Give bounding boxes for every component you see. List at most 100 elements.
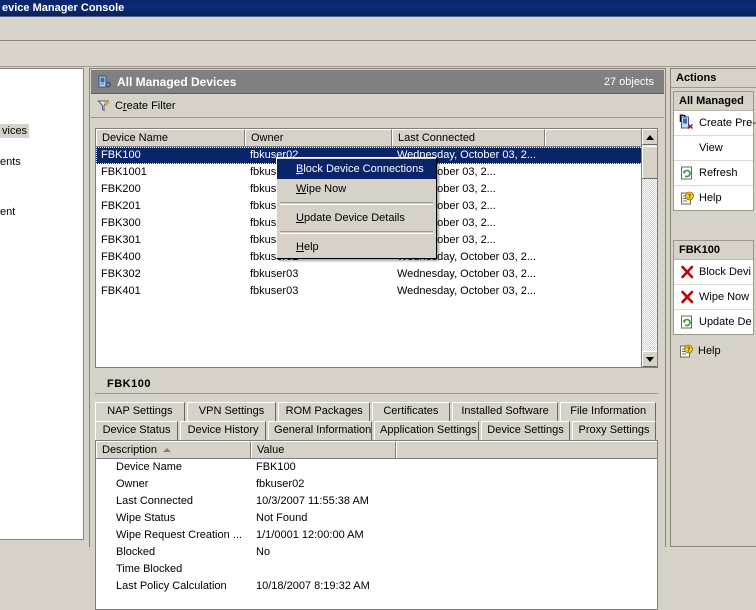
table-row[interactable]: Last Policy Calculation 10/18/2007 8:19:… bbox=[96, 578, 657, 595]
actions-pane: Actions All Managed D Create Pre- View bbox=[670, 68, 756, 547]
action-create-predefined[interactable]: Create Pre- bbox=[674, 111, 756, 136]
cell-value: FBK100 bbox=[256, 461, 296, 473]
tree-item-devices[interactable]: vices bbox=[0, 124, 30, 138]
column-header-last-connected[interactable]: Last Connected bbox=[392, 129, 545, 146]
cell-owner: fbkuser03 bbox=[250, 285, 299, 297]
table-row[interactable]: Last Connected 10/3/2007 11:55:38 AM bbox=[96, 493, 657, 510]
tab-device-history[interactable]: Device History bbox=[180, 421, 267, 440]
column-header-value[interactable]: Value bbox=[251, 441, 396, 458]
results-pane: All Managed Devices 27 objects Create Fi… bbox=[89, 68, 666, 610]
actions-group-header: FBK100 bbox=[674, 241, 753, 260]
table-row[interactable]: Time Blocked bbox=[96, 561, 657, 578]
action-label: Refresh bbox=[699, 167, 738, 179]
action-block-device[interactable]: Block Devi bbox=[674, 260, 753, 285]
actions-group-header: All Managed D bbox=[674, 92, 753, 125]
cell-device-name: FBK400 bbox=[101, 251, 141, 263]
tab-device-settings[interactable]: Device Settings bbox=[481, 421, 570, 440]
action-wipe-now[interactable]: Wipe Now bbox=[674, 285, 753, 310]
column-header-description-label: Description bbox=[102, 444, 158, 456]
tab-rom-packages[interactable]: ROM Packages bbox=[278, 402, 371, 421]
cell-device-name: FBK302 bbox=[101, 268, 141, 280]
tab-application-settings[interactable]: Application Settings bbox=[374, 421, 480, 440]
chevron-down-icon bbox=[646, 356, 654, 362]
create-filter-link[interactable]: Create Filter bbox=[115, 100, 176, 112]
cell-device-name: FBK100 bbox=[101, 149, 141, 161]
detail-tabs-row-2: Device Status Device History General Inf… bbox=[95, 421, 658, 440]
tab-general-information[interactable]: General Information bbox=[268, 421, 373, 440]
window-title: evice Manager Console bbox=[2, 2, 125, 14]
table-row[interactable]: Device Name FBK100 bbox=[96, 459, 657, 476]
menu-bar[interactable] bbox=[0, 18, 756, 41]
tree-item-management[interactable]: ent bbox=[0, 206, 15, 218]
cell-last-connected: Wednesday, October 03, 2... bbox=[397, 268, 537, 280]
window-titlebar: evice Manager Console bbox=[0, 0, 756, 16]
table-row[interactable]: FBK401 fbkuser03 Wednesday, October 03, … bbox=[96, 283, 657, 300]
action-refresh[interactable]: Refresh bbox=[674, 161, 753, 186]
scrollbar-thumb[interactable] bbox=[642, 146, 657, 179]
context-menu-item-block-device-connections[interactable]: Block Device Connections bbox=[277, 159, 436, 179]
create-predefined-icon bbox=[678, 115, 696, 131]
column-header-owner[interactable]: Owner bbox=[245, 129, 392, 146]
device-context-menu[interactable]: Block Device Connections Wipe Now Update… bbox=[276, 157, 437, 259]
device-status-grid[interactable]: Description Value Device Name FBK100 Own… bbox=[95, 440, 658, 610]
table-row[interactable]: Wipe Request Creation ... 1/1/0001 12:00… bbox=[96, 527, 657, 544]
tab-certificates[interactable]: Certificates bbox=[372, 402, 450, 421]
devices-grid-header: Device Name Owner Last Connected bbox=[96, 129, 657, 147]
block-x-icon bbox=[678, 264, 696, 280]
cell-description: Wipe Status bbox=[116, 512, 176, 524]
cell-value: 10/18/2007 8:19:32 AM bbox=[256, 580, 370, 592]
tab-file-information[interactable]: File Information bbox=[560, 402, 656, 421]
action-view[interactable]: View bbox=[674, 136, 753, 161]
tab-proxy-settings[interactable]: Proxy Settings bbox=[571, 421, 656, 440]
actions-group-list: Block Devi Wipe Now Update De bbox=[674, 260, 753, 334]
actions-group-list: Create Pre- View Refresh ? Help bbox=[674, 111, 756, 210]
cell-value: fbkuser02 bbox=[256, 478, 305, 490]
cell-value bbox=[251, 561, 551, 578]
actions-gap bbox=[671, 211, 756, 237]
column-header-blank-2[interactable] bbox=[396, 441, 657, 458]
actions-group-fbk100: FBK100 Block Devi Wipe Now Update De bbox=[673, 240, 754, 335]
update-icon bbox=[678, 314, 696, 330]
table-row[interactable]: Wipe Status Not Found bbox=[96, 510, 657, 527]
results-header: All Managed Devices 27 objects bbox=[91, 70, 664, 94]
toolbar[interactable] bbox=[0, 41, 756, 67]
cell-description: Device Name bbox=[116, 461, 183, 473]
action-label: Block Devi bbox=[699, 266, 751, 278]
console-tree-pane[interactable]: vices ents ent bbox=[0, 68, 84, 540]
tab-device-status[interactable]: Device Status bbox=[95, 421, 179, 440]
column-header-description[interactable]: Description bbox=[96, 441, 251, 458]
cell-description: Last Policy Calculation bbox=[116, 580, 227, 592]
device-status-grid-header: Description Value bbox=[96, 441, 657, 459]
help-icon: ? bbox=[678, 190, 696, 206]
context-menu-item-help[interactable]: Help bbox=[277, 237, 436, 257]
object-count: 27 objects bbox=[603, 75, 654, 88]
device-list-icon bbox=[97, 75, 111, 89]
wipe-x-icon bbox=[678, 289, 696, 305]
column-header-device-name[interactable]: Device Name bbox=[96, 129, 245, 146]
device-status-grid-body: Device Name FBK100 Owner fbkuser02 Last … bbox=[96, 459, 657, 595]
action-help-bottom[interactable]: ? Help bbox=[673, 339, 754, 363]
tree-item-events[interactable]: ents bbox=[0, 156, 21, 168]
action-update-device-details[interactable]: Update De bbox=[674, 310, 753, 334]
tab-installed-software[interactable]: Installed Software bbox=[451, 402, 559, 421]
results-title: All Managed Devices bbox=[117, 74, 237, 89]
chevron-up-icon bbox=[646, 134, 654, 140]
tab-vpn-settings[interactable]: VPN Settings bbox=[186, 402, 277, 421]
svg-text:?: ? bbox=[688, 193, 691, 200]
tab-nap-settings[interactable]: NAP Settings bbox=[95, 402, 185, 421]
action-label: Update De bbox=[699, 316, 752, 328]
table-row[interactable]: FBK302 fbkuser03 Wednesday, October 03, … bbox=[96, 266, 657, 283]
context-menu-item-wipe-now[interactable]: Wipe Now bbox=[277, 179, 436, 199]
devices-grid-scrollbar[interactable] bbox=[641, 129, 657, 367]
scroll-up-button[interactable] bbox=[642, 129, 657, 145]
table-row[interactable]: Owner fbkuser02 bbox=[96, 476, 657, 493]
context-menu-separator-1 bbox=[280, 202, 433, 205]
action-help[interactable]: ? Help bbox=[674, 186, 753, 210]
action-label: Wipe Now bbox=[699, 291, 750, 303]
scroll-down-button[interactable] bbox=[642, 351, 657, 367]
cell-value: 1/1/0001 12:00:00 AM bbox=[256, 529, 364, 541]
context-menu-item-update-device-details[interactable]: Update Device Details bbox=[277, 208, 436, 228]
action-label: Help bbox=[699, 192, 722, 204]
cell-value: Not Found bbox=[256, 512, 308, 524]
column-header-blank[interactable] bbox=[545, 129, 643, 146]
